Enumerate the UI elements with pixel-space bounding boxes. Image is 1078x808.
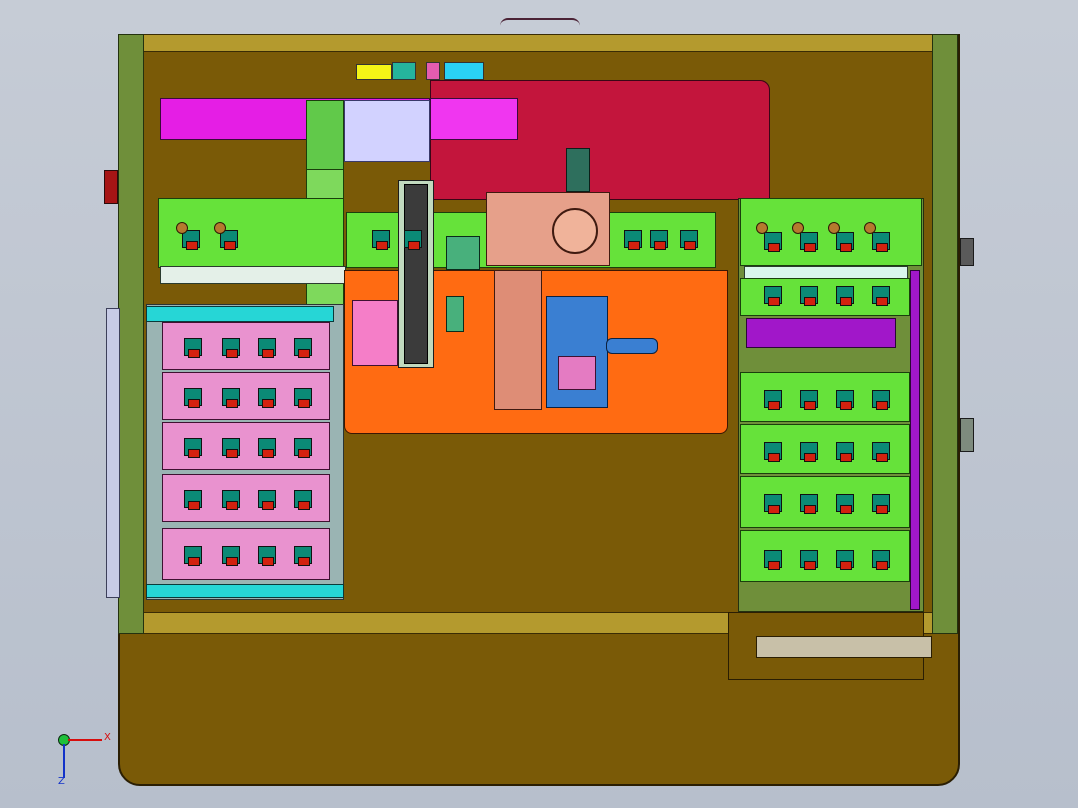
slot [872,286,890,306]
blue-side-cylinder [606,338,658,354]
frame-post-right [932,34,958,634]
slot [404,230,422,250]
gearbox-round [552,208,598,254]
slot [764,286,782,306]
coordinate-triad: X Z [52,728,112,788]
slot [872,442,890,462]
cyan-connector-block [444,62,484,80]
slot [294,338,312,358]
slot [836,286,854,306]
slot [258,388,276,408]
slot [294,546,312,566]
right-purple-divider [746,318,896,348]
slot [184,388,202,408]
slot [184,490,202,510]
slot [680,230,698,250]
triad-z-axis [63,744,65,778]
slot [222,438,240,458]
slot [764,494,782,514]
gantry-column-head [306,100,344,170]
slot [836,442,854,462]
slot [184,546,202,566]
spindle-pink-insert [558,356,596,390]
tray-hole [756,222,768,234]
slot [258,546,276,566]
slot [764,442,782,462]
slot [222,490,240,510]
slot [800,232,818,252]
slot [258,338,276,358]
slot [764,390,782,410]
slot [294,438,312,458]
left-stack-cyan-top-bar [146,306,334,322]
slot [222,388,240,408]
right-purple-side-bar [910,270,920,610]
vertical-guide-rail-inner [404,184,428,364]
tray-hole [214,222,226,234]
pink-connector-block [426,62,440,80]
slot [372,230,390,250]
frame-post-left [118,34,144,634]
slot [800,494,818,514]
slot [764,550,782,570]
triad-x-label: X [104,732,111,743]
slot [872,550,890,570]
slot [624,230,642,250]
slot [294,388,312,408]
pink-bracket-plate [352,300,398,366]
slot [800,442,818,462]
top-sensor-stack [566,148,590,192]
slot [184,438,202,458]
top-hook-handles [500,18,580,34]
spindle-blue-unit [546,296,608,408]
slot [294,490,312,510]
lavender-slider-block [344,100,430,162]
center-valve-block-1 [446,236,480,270]
magenta-actuator-motor [430,98,518,140]
slot [836,494,854,514]
servo-motor-body [494,270,542,410]
right-side-handle-lower [960,418,974,452]
triad-z-label: Z [58,776,65,787]
slot [222,338,240,358]
left-stack-cyan-bottom-bar [146,584,344,598]
triad-x-axis [68,739,102,741]
slot [836,232,854,252]
right-side-handle [960,238,974,266]
slot [764,232,782,252]
lower-right-drawer-panel [756,636,932,658]
slot [872,494,890,514]
tray-hole [176,222,188,234]
tray-hole [792,222,804,234]
slot [872,390,890,410]
slot [836,550,854,570]
slot [800,286,818,306]
slot [872,232,890,252]
slot [258,438,276,458]
slot [184,338,202,358]
slot [800,550,818,570]
center-valve-block-2 [446,296,464,332]
frame-rail-top [120,34,958,52]
slot [836,390,854,410]
left-side-handle [104,170,118,204]
slot [258,490,276,510]
tray-hole [864,222,876,234]
slot [650,230,668,250]
slot [222,546,240,566]
tray-hole [828,222,840,234]
slot [800,390,818,410]
left-side-panel [106,308,120,598]
yellow-connector-block [356,64,392,80]
tray-left-upper-rail [160,266,346,284]
green-connector-block [392,62,416,80]
